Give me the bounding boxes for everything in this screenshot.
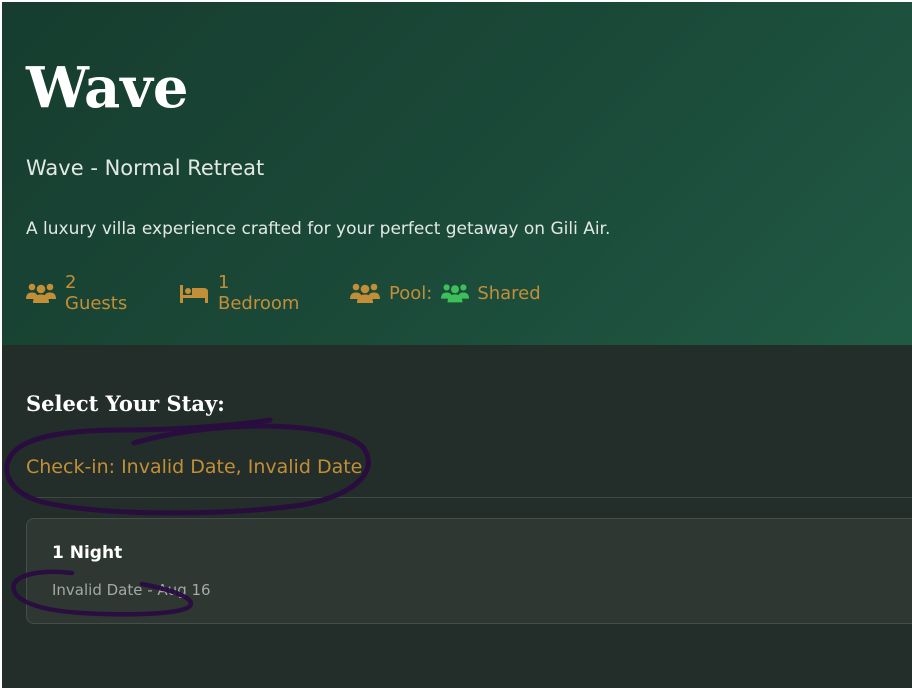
pool-label: Pool: <box>389 282 433 304</box>
stay-option-card[interactable]: 1 Night Invalid Date - Aug 16 <box>26 518 912 624</box>
villa-subtitle: Wave - Normal Retreat <box>26 156 265 180</box>
bed-icon <box>179 282 209 304</box>
pool-info: Pool: Shared <box>350 278 541 308</box>
bedroom-label: 1 Bedroom <box>218 272 300 314</box>
booking-section: Select Your Stay: Check-in: Invalid Date… <box>2 345 912 688</box>
select-stay-heading: Select Your Stay: <box>26 391 225 416</box>
bedroom-info: 1 Bedroom <box>179 272 299 314</box>
villa-title: Wave <box>26 55 189 121</box>
users-icon <box>441 282 470 304</box>
divider <box>26 497 912 498</box>
villa-description: A luxury villa experience crafted for yo… <box>26 219 611 239</box>
stay-option-dates: Invalid Date - Aug 16 <box>52 581 211 599</box>
pool-shared-label: Shared <box>477 282 541 304</box>
page: Wave Wave - Normal Retreat A luxury vill… <box>2 2 912 688</box>
users-icon <box>26 282 56 304</box>
pool-shared: Shared <box>441 282 541 304</box>
checkin-summary: Check-in: Invalid Date, Invalid Date <box>26 456 363 478</box>
users-icon <box>350 282 380 304</box>
villa-hero: Wave Wave - Normal Retreat A luxury vill… <box>2 2 912 345</box>
guests-info: 2 Guests <box>26 272 127 314</box>
stay-option-nights: 1 Night <box>52 543 123 563</box>
guests-label: 2 Guests <box>65 272 128 314</box>
